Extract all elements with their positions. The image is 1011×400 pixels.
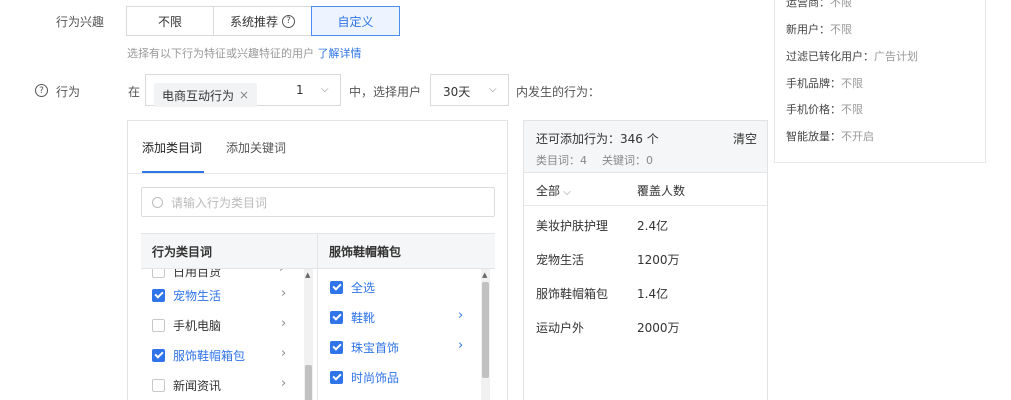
list-item[interactable]: 宠物生活 xyxy=(152,284,221,306)
left-category-list: 日用百货 › 宠物生活 › 手机电脑 › 服饰鞋帽箱包 › 新闻资讯 › xyxy=(141,269,317,400)
setting-phone-price: 手机价格：不限 xyxy=(786,103,863,116)
option-system-recommend[interactable]: 系统推荐? xyxy=(213,6,312,36)
summary-row-name: 服饰鞋帽箱包 xyxy=(536,287,609,301)
checkbox[interactable] xyxy=(330,370,343,384)
behavior-tail-text: 内发生的行为： xyxy=(516,85,601,99)
summary-row-name: 宠物生活 xyxy=(536,253,585,267)
checkbox[interactable] xyxy=(152,318,165,332)
summary-panel: 还可添加行为：346 个 清空 类目词：4 关键词：0 全部 ⌵ 覆盖人数 美妆… xyxy=(523,120,768,400)
summary-row-value: 1.4亿 xyxy=(637,287,669,301)
selected-count: 1 xyxy=(296,83,304,97)
list-item[interactable]: 珠宝首饰 xyxy=(330,336,399,358)
right-category-list: 全选 鞋靴 › 珠宝首饰 › 时尚饰品 xyxy=(317,269,495,400)
days-select[interactable]: 30天 ⌵ xyxy=(430,74,509,106)
right-column-header: 服饰鞋帽箱包 xyxy=(317,233,495,269)
checkbox[interactable] xyxy=(152,348,165,362)
list-item[interactable]: 鞋靴 xyxy=(330,306,375,328)
filter-all-dropdown[interactable]: 全部 ⌵ xyxy=(536,182,571,199)
chevron-right-icon[interactable]: › xyxy=(281,376,286,391)
checkbox[interactable] xyxy=(330,280,343,294)
can-add-label: 还可添加行为：346 个 xyxy=(536,132,659,146)
setting-phone-brand: 手机品牌：不限 xyxy=(786,77,863,90)
behavior-label: 行为 xyxy=(56,85,81,99)
summary-row-name: 美妆护肤护理 xyxy=(536,219,609,233)
list-item[interactable]: 服饰鞋帽箱包 xyxy=(152,344,245,366)
chevron-down-icon: ⌵ xyxy=(560,187,571,198)
chevron-right-icon[interactable]: › xyxy=(458,338,463,353)
summary-divider xyxy=(524,205,767,206)
list-item[interactable]: 手机电脑 xyxy=(152,314,221,336)
keyword-count: 关键词：0 xyxy=(602,154,653,167)
help-icon[interactable]: ? xyxy=(282,14,295,28)
summary-row-name: 运动户外 xyxy=(536,321,585,335)
summary-row-value: 2.4亿 xyxy=(637,219,669,233)
left-scroll-thumb[interactable] xyxy=(305,365,312,400)
behavior-in-text: 在 xyxy=(128,85,141,99)
checkbox[interactable] xyxy=(330,340,343,354)
chevron-down-icon: ⌵ xyxy=(321,84,329,95)
behavior-mid-text: 中，选择用户 xyxy=(349,85,422,99)
behavior-tag: 电商互动行为 × xyxy=(154,83,258,107)
right-scroll-thumb[interactable] xyxy=(482,282,489,378)
list-item[interactable]: 日用百货 xyxy=(152,269,221,282)
setting-new-user: 新用户：不限 xyxy=(786,23,852,36)
left-scrollbar[interactable] xyxy=(304,269,313,400)
list-item[interactable]: 时尚饰品 xyxy=(330,366,399,388)
category-panel: 添加类目词 添加关键词 请输入行为类目词 行为类目词 服饰鞋帽箱包 日用百货 ›… xyxy=(127,120,508,400)
scroll-up-arrow-icon[interactable]: ▲ xyxy=(482,271,487,279)
chevron-right-icon[interactable]: › xyxy=(279,269,284,276)
category-search-input[interactable]: 请输入行为类目词 xyxy=(141,187,495,217)
list-item[interactable]: 新闻资讯 xyxy=(152,374,221,396)
summary-row-value: 2000万 xyxy=(637,321,680,335)
behavior-type-select[interactable]: 电商互动行为 × 1 ⌵ xyxy=(145,74,341,107)
tab-add-category[interactable]: 添加类目词 xyxy=(142,139,202,156)
category-count: 类目词：4 xyxy=(536,154,587,167)
interest-label: 行为兴趣 xyxy=(56,15,105,29)
setting-smart-expand: 智能放量：不开启 xyxy=(786,130,874,143)
coverage-header: 覆盖人数 xyxy=(637,184,686,198)
checkbox[interactable] xyxy=(152,269,165,278)
option-unlimited[interactable]: 不限 xyxy=(126,6,214,36)
behavior-help-icon[interactable]: ? xyxy=(35,84,48,97)
chevron-down-icon: ⌵ xyxy=(489,84,497,95)
scroll-up-arrow-icon[interactable]: ▲ xyxy=(305,271,310,279)
list-item[interactable]: 全选 xyxy=(330,276,375,298)
summary-row-value: 1200万 xyxy=(637,253,680,267)
chevron-right-icon[interactable]: › xyxy=(458,308,463,323)
left-column-header: 行为类目词 xyxy=(141,233,317,269)
setting-carrier: 运营商：不限 xyxy=(786,0,852,9)
tabs-divider xyxy=(128,173,507,174)
setting-filter-converted: 过滤已转化用户：广告计划 xyxy=(786,50,918,63)
tab-add-keyword[interactable]: 添加关键词 xyxy=(226,139,286,156)
chevron-right-icon[interactable]: › xyxy=(281,346,286,361)
learn-more-link[interactable]: 了解详情 xyxy=(318,47,362,60)
option-custom[interactable]: 自定义 xyxy=(311,6,400,36)
tag-close-icon[interactable]: × xyxy=(239,88,249,102)
checkbox[interactable] xyxy=(152,288,165,302)
checkbox[interactable] xyxy=(330,310,343,324)
clear-button[interactable]: 清空 xyxy=(733,130,757,147)
search-icon xyxy=(152,196,163,208)
right-scrollbar[interactable] xyxy=(481,269,490,400)
checkbox[interactable] xyxy=(152,378,165,392)
interest-hint: 选择有以下行为特征或兴趣特征的用户 了解详情 xyxy=(127,47,362,60)
chevron-right-icon[interactable]: › xyxy=(281,316,286,331)
chevron-right-icon[interactable]: › xyxy=(281,286,286,301)
